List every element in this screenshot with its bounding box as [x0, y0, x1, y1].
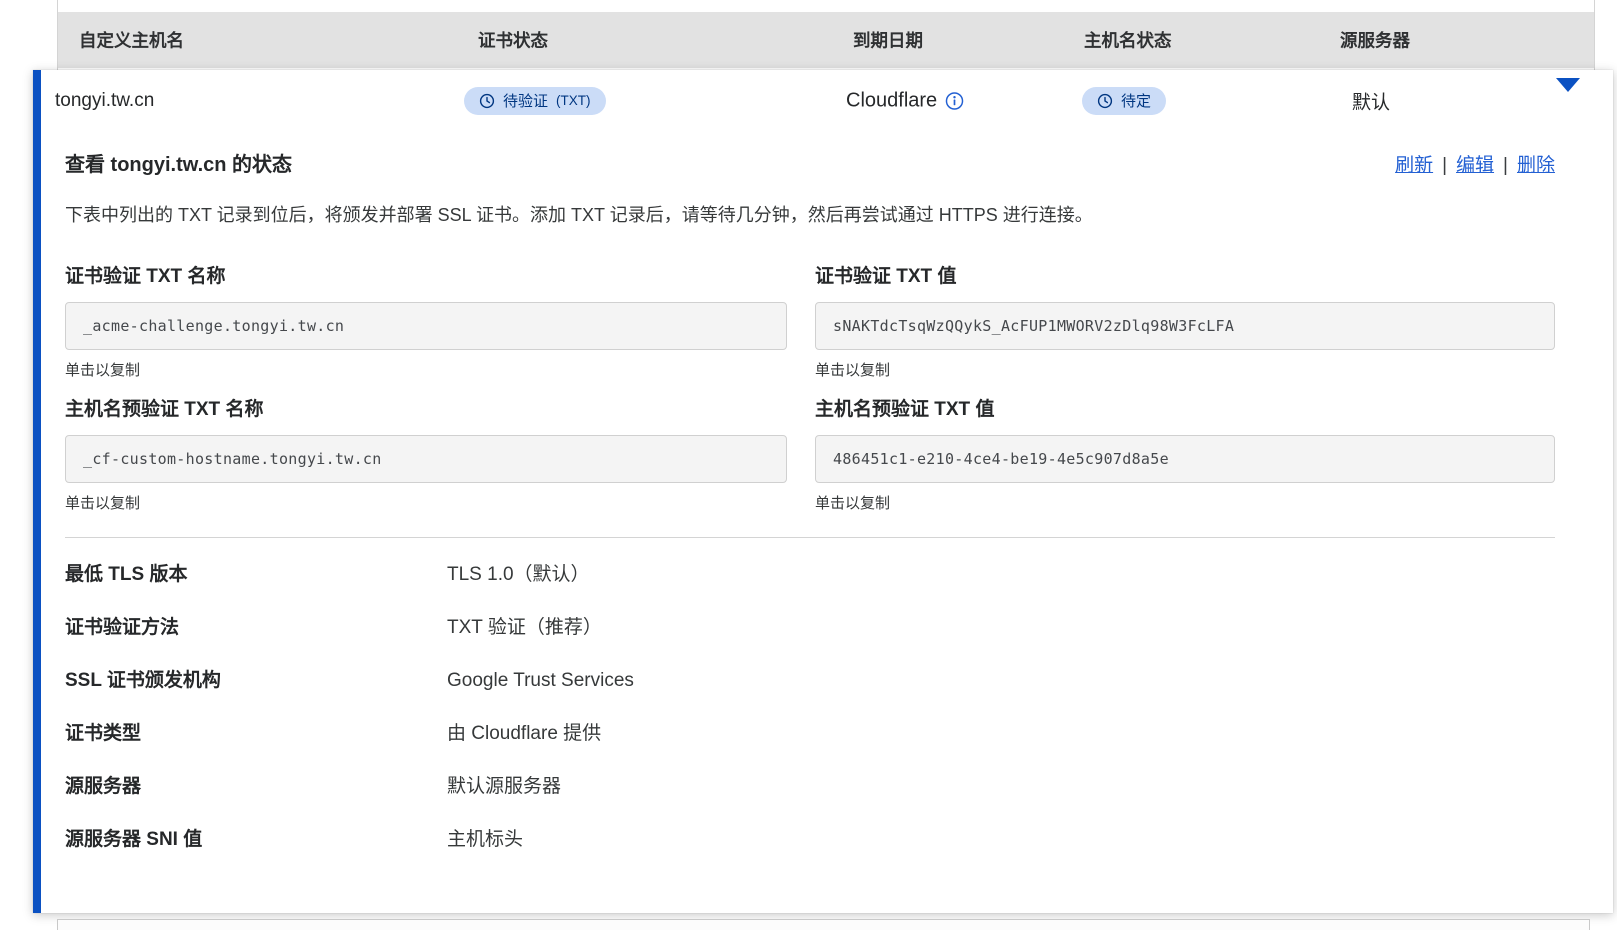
hostname-preval-txt-value-value: 486451c1-e210-4ce4-be19-4e5c907d8a5e [833, 450, 1169, 468]
field-label: 证书验证 TXT 名称 [65, 261, 787, 288]
property-label: 源服务器 SNI 值 [65, 824, 447, 851]
cert-validation-txt-value-value: sNAKTdcTsqWzQQykS_AcFUP1MWORV2zDlq98W3Fc… [833, 317, 1234, 335]
field-label: 主机名预验证 TXT 值 [815, 394, 1555, 421]
hostname-preval-txt-value-field: 主机名预验证 TXT 值 486451c1-e210-4ce4-be19-4e5… [815, 384, 1555, 513]
txt-instructions-text: 下表中列出的 TXT 记录到位后，将颁发并部署 SSL 证书。添加 TXT 记录… [65, 201, 1555, 227]
hostname-preval-txt-name-value: _cf-custom-hostname.tongyi.tw.cn [83, 450, 382, 468]
property-row-min-tls: 最低 TLS 版本 TLS 1.0（默认） [65, 546, 1555, 599]
action-separator: | [1503, 155, 1508, 176]
property-value: TLS 1.0（默认） [447, 559, 1555, 586]
expanded-hostname-row: tongyi.tw.cn 待验证 (TXT) Cloudflare [33, 70, 1613, 913]
hostname-summary-row: tongyi.tw.cn 待验证 (TXT) Cloudflare [41, 70, 1613, 132]
row-actions: 刷新 | 编辑 | 删除 [1395, 150, 1555, 177]
cert-validation-txt-name-value: _acme-challenge.tongyi.tw.cn [83, 317, 344, 335]
field-label: 主机名预验证 TXT 名称 [65, 394, 787, 421]
column-header-custom-hostname: 自定义主机名 [79, 28, 184, 53]
hostname-preval-txt-name-box[interactable]: _cf-custom-hostname.tongyi.tw.cn [65, 435, 787, 483]
property-label: 证书验证方法 [65, 612, 447, 639]
custom-hostnames-table: 自定义主机名 证书状态 到期日期 主机名状态 源服务器 [57, 0, 1595, 70]
cert-validation-txt-value-field: 证书验证 TXT 值 sNAKTdcTsqWzQQykS_AcFUP1MWORV… [815, 251, 1555, 380]
click-to-copy-hint: 单击以复制 [815, 359, 1555, 380]
detail-title: 查看 tongyi.tw.cn 的状态 [65, 148, 292, 177]
click-to-copy-hint: 单击以复制 [65, 359, 787, 380]
cert-validation-txt-name-field: 证书验证 TXT 名称 _acme-challenge.tongyi.tw.cn… [65, 251, 787, 380]
property-label: 最低 TLS 版本 [65, 559, 447, 586]
property-value: Google Trust Services [447, 670, 1555, 692]
cert-status-label: 待验证 [503, 94, 548, 109]
column-header-cert-status: 证书状态 [478, 28, 548, 53]
property-label: 源服务器 [65, 771, 447, 798]
cert-validation-txt-name-box[interactable]: _acme-challenge.tongyi.tw.cn [65, 302, 787, 350]
property-value: 由 Cloudflare 提供 [447, 718, 1555, 745]
hostname-detail-panel: 查看 tongyi.tw.cn 的状态 刷新 | 编辑 | 删除 下表中列出的 TXT … [41, 132, 1613, 864]
origin-server-value: 默认 [1352, 88, 1390, 115]
property-value: 主机标头 [447, 824, 1555, 851]
column-header-hostname-status: 主机名状态 [1084, 28, 1172, 53]
cert-status-method: (TXT) [556, 94, 591, 108]
column-header-origin-server: 源服务器 [1340, 28, 1410, 53]
property-row-cert-type: 证书类型 由 Cloudflare 提供 [65, 705, 1555, 758]
section-divider [65, 537, 1555, 538]
property-label: 证书类型 [65, 718, 447, 745]
clock-icon [479, 93, 495, 109]
hostname-status-label: 待定 [1121, 94, 1151, 109]
expiry-value: Cloudflare [846, 90, 937, 113]
refresh-link[interactable]: 刷新 [1395, 155, 1433, 176]
field-label: 证书验证 TXT 值 [815, 261, 1555, 288]
property-row-origin-sni: 源服务器 SNI 值 主机标头 [65, 811, 1555, 864]
edit-link[interactable]: 编辑 [1456, 155, 1494, 176]
property-label: SSL 证书颁发机构 [65, 665, 447, 692]
info-icon[interactable] [945, 92, 964, 111]
property-row-origin-server: 源服务器 默认源服务器 [65, 758, 1555, 811]
chevron-down-icon[interactable] [1556, 78, 1580, 109]
hostname-properties-list: 最低 TLS 版本 TLS 1.0（默认） 证书验证方法 TXT 验证（推荐） … [65, 546, 1555, 864]
table-header-row: 自定义主机名 证书状态 到期日期 主机名状态 源服务器 [58, 12, 1594, 68]
hostname-value: tongyi.tw.cn [55, 90, 154, 112]
hostname-preval-txt-name-field: 主机名预验证 TXT 名称 _cf-custom-hostname.tongyi… [65, 384, 787, 513]
next-table-row-edge [57, 919, 1590, 930]
click-to-copy-hint: 单击以复制 [65, 492, 787, 513]
property-row-cert-validation-method: 证书验证方法 TXT 验证（推荐） [65, 599, 1555, 652]
property-value: 默认源服务器 [447, 771, 1555, 798]
clock-icon [1097, 93, 1113, 109]
property-row-cert-authority: SSL 证书颁发机构 Google Trust Services [65, 652, 1555, 705]
delete-link[interactable]: 删除 [1517, 155, 1555, 176]
cert-status-badge: 待验证 (TXT) [464, 87, 606, 115]
hostname-preval-txt-value-box[interactable]: 486451c1-e210-4ce4-be19-4e5c907d8a5e [815, 435, 1555, 483]
cert-validation-txt-value-box[interactable]: sNAKTdcTsqWzQQykS_AcFUP1MWORV2zDlq98W3Fc… [815, 302, 1555, 350]
action-separator: | [1442, 155, 1447, 176]
click-to-copy-hint: 单击以复制 [815, 492, 1555, 513]
column-header-expiry-date: 到期日期 [853, 28, 923, 53]
hostname-status-badge: 待定 [1082, 87, 1166, 115]
property-value: TXT 验证（推荐） [447, 612, 1555, 639]
